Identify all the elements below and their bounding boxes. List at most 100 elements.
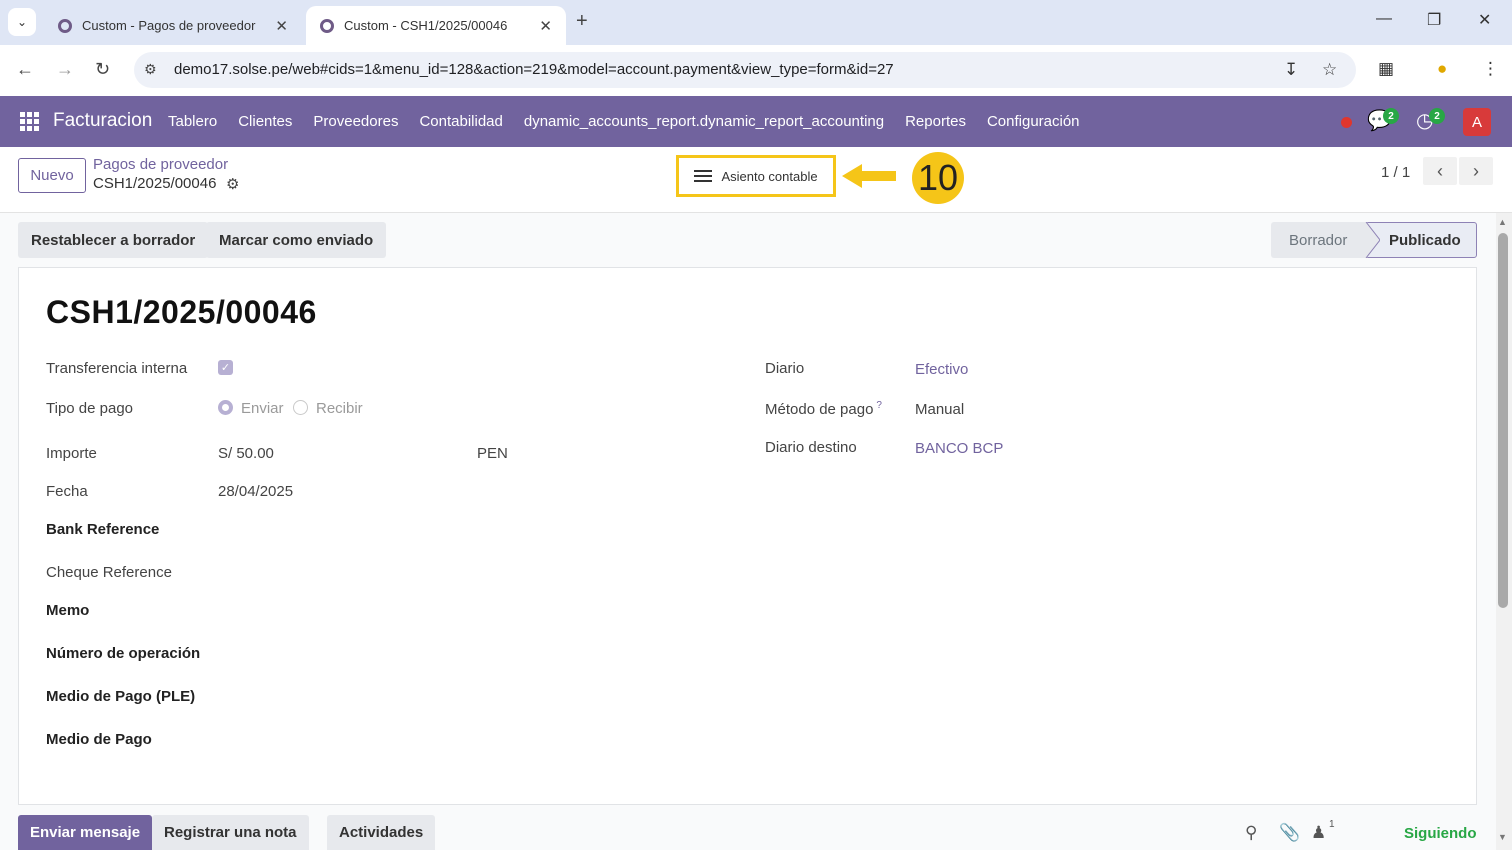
url-text[interactable]: demo17.solse.pe/web#cids=1&menu_id=128&a… (174, 61, 894, 78)
radio-enviar-label: Enviar (241, 400, 284, 417)
chat-count-badge: 2 (1383, 108, 1399, 124)
close-tab-icon[interactable]: ✕ (275, 17, 288, 35)
new-button[interactable]: Nuevo (18, 158, 86, 193)
extensions-icon[interactable]: ▦ (1378, 59, 1394, 79)
followers-icon[interactable]: ♟ (1311, 823, 1326, 843)
breadcrumb-record: CSH1/2025/00046 (93, 175, 217, 192)
destination-journal-label: Diario destino (765, 439, 857, 456)
profile-icon[interactable]: ● (1437, 59, 1447, 79)
payment-medium-label: Medio de Pago (46, 731, 152, 748)
address-bar[interactable]: ⚙ demo17.solse.pe/web#cids=1&menu_id=128… (134, 52, 1356, 88)
activities-button[interactable]: Actividades (327, 815, 436, 850)
stage-borrador[interactable]: Borrador (1271, 222, 1367, 258)
send-message-button[interactable]: Enviar mensaje (18, 815, 153, 850)
tab-search-button[interactable]: ⌄ (8, 8, 36, 36)
step-number-badge: 10 (912, 152, 964, 204)
browser-tab-bar: ⌄ Custom - Pagos de proveedor ✕ Custom -… (0, 0, 1512, 45)
minimize-icon[interactable]: — (1376, 10, 1392, 28)
breadcrumb-pagos[interactable]: Pagos de proveedor (93, 156, 228, 173)
browser-menu-icon[interactable]: ⋮ (1482, 59, 1499, 79)
date-value: 28/04/2025 (218, 483, 294, 500)
amount-label: Importe (46, 445, 97, 462)
memo-label: Memo (46, 602, 90, 619)
chevron-right-icon: › (1473, 160, 1479, 181)
operation-number-label: Número de operación (46, 645, 201, 662)
tab-title: Custom - Pagos de proveedor (82, 18, 256, 33)
stage-publicado[interactable]: Publicado (1364, 222, 1477, 258)
menu-item-dynamic-report[interactable]: dynamic_accounts_report.dynamic_report_a… (524, 113, 884, 130)
tab-title: Custom - CSH1/2025/00046 (344, 18, 508, 33)
back-icon[interactable]: ← (16, 59, 34, 80)
journal-value[interactable]: Efectivo (915, 361, 968, 378)
menu-item-clientes[interactable]: Clientes (238, 113, 292, 130)
control-panel: Nuevo Pagos de proveedor CSH1/2025/00046… (0, 147, 1512, 213)
odoo-favicon-icon (320, 18, 334, 33)
app-brand[interactable]: Facturacion (53, 110, 152, 132)
form-sheet: CSH1/2025/00046 Transferencia interna ✓ … (18, 267, 1477, 805)
journal-entry-label: Asiento contable (721, 168, 818, 184)
search-icon[interactable]: ⚲ (1245, 823, 1257, 843)
apps-menu-icon[interactable] (20, 112, 39, 131)
close-tab-icon[interactable]: ✕ (539, 17, 552, 35)
pager-value[interactable]: 1 / 1 (1381, 164, 1410, 181)
pager-previous-button[interactable]: ‹ (1423, 157, 1457, 185)
reset-to-draft-button[interactable]: Restablecer a borrador (18, 222, 209, 258)
user-avatar[interactable]: A (1463, 108, 1491, 136)
stage-chevron-icon (1360, 222, 1380, 258)
site-settings-icon[interactable]: ⚙ (144, 61, 157, 78)
gear-icon[interactable]: ⚙ (226, 175, 239, 193)
chevron-left-icon: ‹ (1437, 160, 1443, 181)
payment-method-label-text: Método de pago (765, 401, 874, 418)
browser-toolbar: ← → ↻ ⚙ demo17.solse.pe/web#cids=1&menu_… (0, 45, 1512, 96)
odoo-favicon-icon (58, 18, 72, 33)
journal-entry-smart-button[interactable]: Asiento contable (676, 155, 836, 197)
cheque-reference-label: Cheque Reference (46, 564, 172, 581)
browser-tab-pagos[interactable]: Custom - Pagos de proveedor ✕ (44, 6, 302, 45)
internal-transfer-checkbox[interactable]: ✓ (218, 360, 233, 375)
radio-enviar[interactable] (218, 400, 233, 415)
radio-recibir-label: Recibir (316, 400, 363, 417)
followers-count: 1 (1329, 819, 1335, 830)
amount-value: S/ 50.00 (218, 445, 274, 462)
activity-count-badge: 2 (1429, 108, 1445, 124)
journal-label: Diario (765, 360, 805, 377)
chevron-down-icon: ⌄ (16, 15, 28, 29)
help-tooltip-icon[interactable]: ? (876, 400, 882, 411)
payment-method-label: Método de pago? (765, 400, 882, 418)
reload-icon[interactable]: ↻ (95, 59, 110, 80)
following-button[interactable]: Siguiendo (1404, 825, 1477, 842)
annotation-arrow-icon (842, 164, 896, 188)
log-note-button[interactable]: Registrar una nota (152, 815, 309, 850)
currency-value: PEN (477, 445, 508, 462)
bookmark-star-icon[interactable]: ☆ (1322, 60, 1337, 80)
menu-item-proveedores[interactable]: Proveedores (313, 113, 398, 130)
checkmark-icon: ✓ (220, 362, 231, 374)
main-menu: Tablero Clientes Proveedores Contabilida… (168, 113, 1080, 130)
menu-item-tablero[interactable]: Tablero (168, 113, 217, 130)
record-title: CSH1/2025/00046 (46, 294, 317, 330)
scroll-down-icon[interactable]: ▼ (1498, 832, 1507, 842)
menu-item-configuracion[interactable]: Configuración (987, 113, 1080, 130)
install-app-icon[interactable]: ↧ (1284, 60, 1298, 80)
odoo-navbar: Facturacion Tablero Clientes Proveedores… (0, 96, 1512, 147)
paperclip-icon[interactable]: 📎 (1279, 823, 1300, 843)
radio-recibir[interactable] (293, 400, 308, 415)
payment-medium-ple-label: Medio de Pago (PLE) (46, 688, 196, 705)
destination-journal-value[interactable]: BANCO BCP (915, 440, 1003, 457)
new-tab-icon[interactable]: + (576, 10, 588, 33)
browser-tab-record[interactable]: Custom - CSH1/2025/00046 ✕ (306, 6, 566, 45)
bank-reference-label: Bank Reference (46, 521, 160, 538)
scroll-up-icon[interactable]: ▲ (1498, 217, 1507, 227)
payment-type-label: Tipo de pago (46, 400, 134, 417)
scrollbar-thumb[interactable] (1498, 233, 1508, 608)
list-icon (694, 167, 713, 185)
payment-method-value: Manual (915, 401, 965, 418)
date-label: Fecha (46, 483, 88, 500)
menu-item-contabilidad[interactable]: Contabilidad (419, 113, 502, 130)
pager-next-button[interactable]: › (1459, 157, 1493, 185)
restore-icon[interactable]: ❐ (1427, 10, 1441, 30)
mark-sent-button[interactable]: Marcar como enviado (206, 222, 387, 258)
close-window-icon[interactable]: ✕ (1478, 10, 1491, 30)
forward-icon[interactable]: → (56, 59, 74, 80)
menu-item-reportes[interactable]: Reportes (905, 113, 966, 130)
